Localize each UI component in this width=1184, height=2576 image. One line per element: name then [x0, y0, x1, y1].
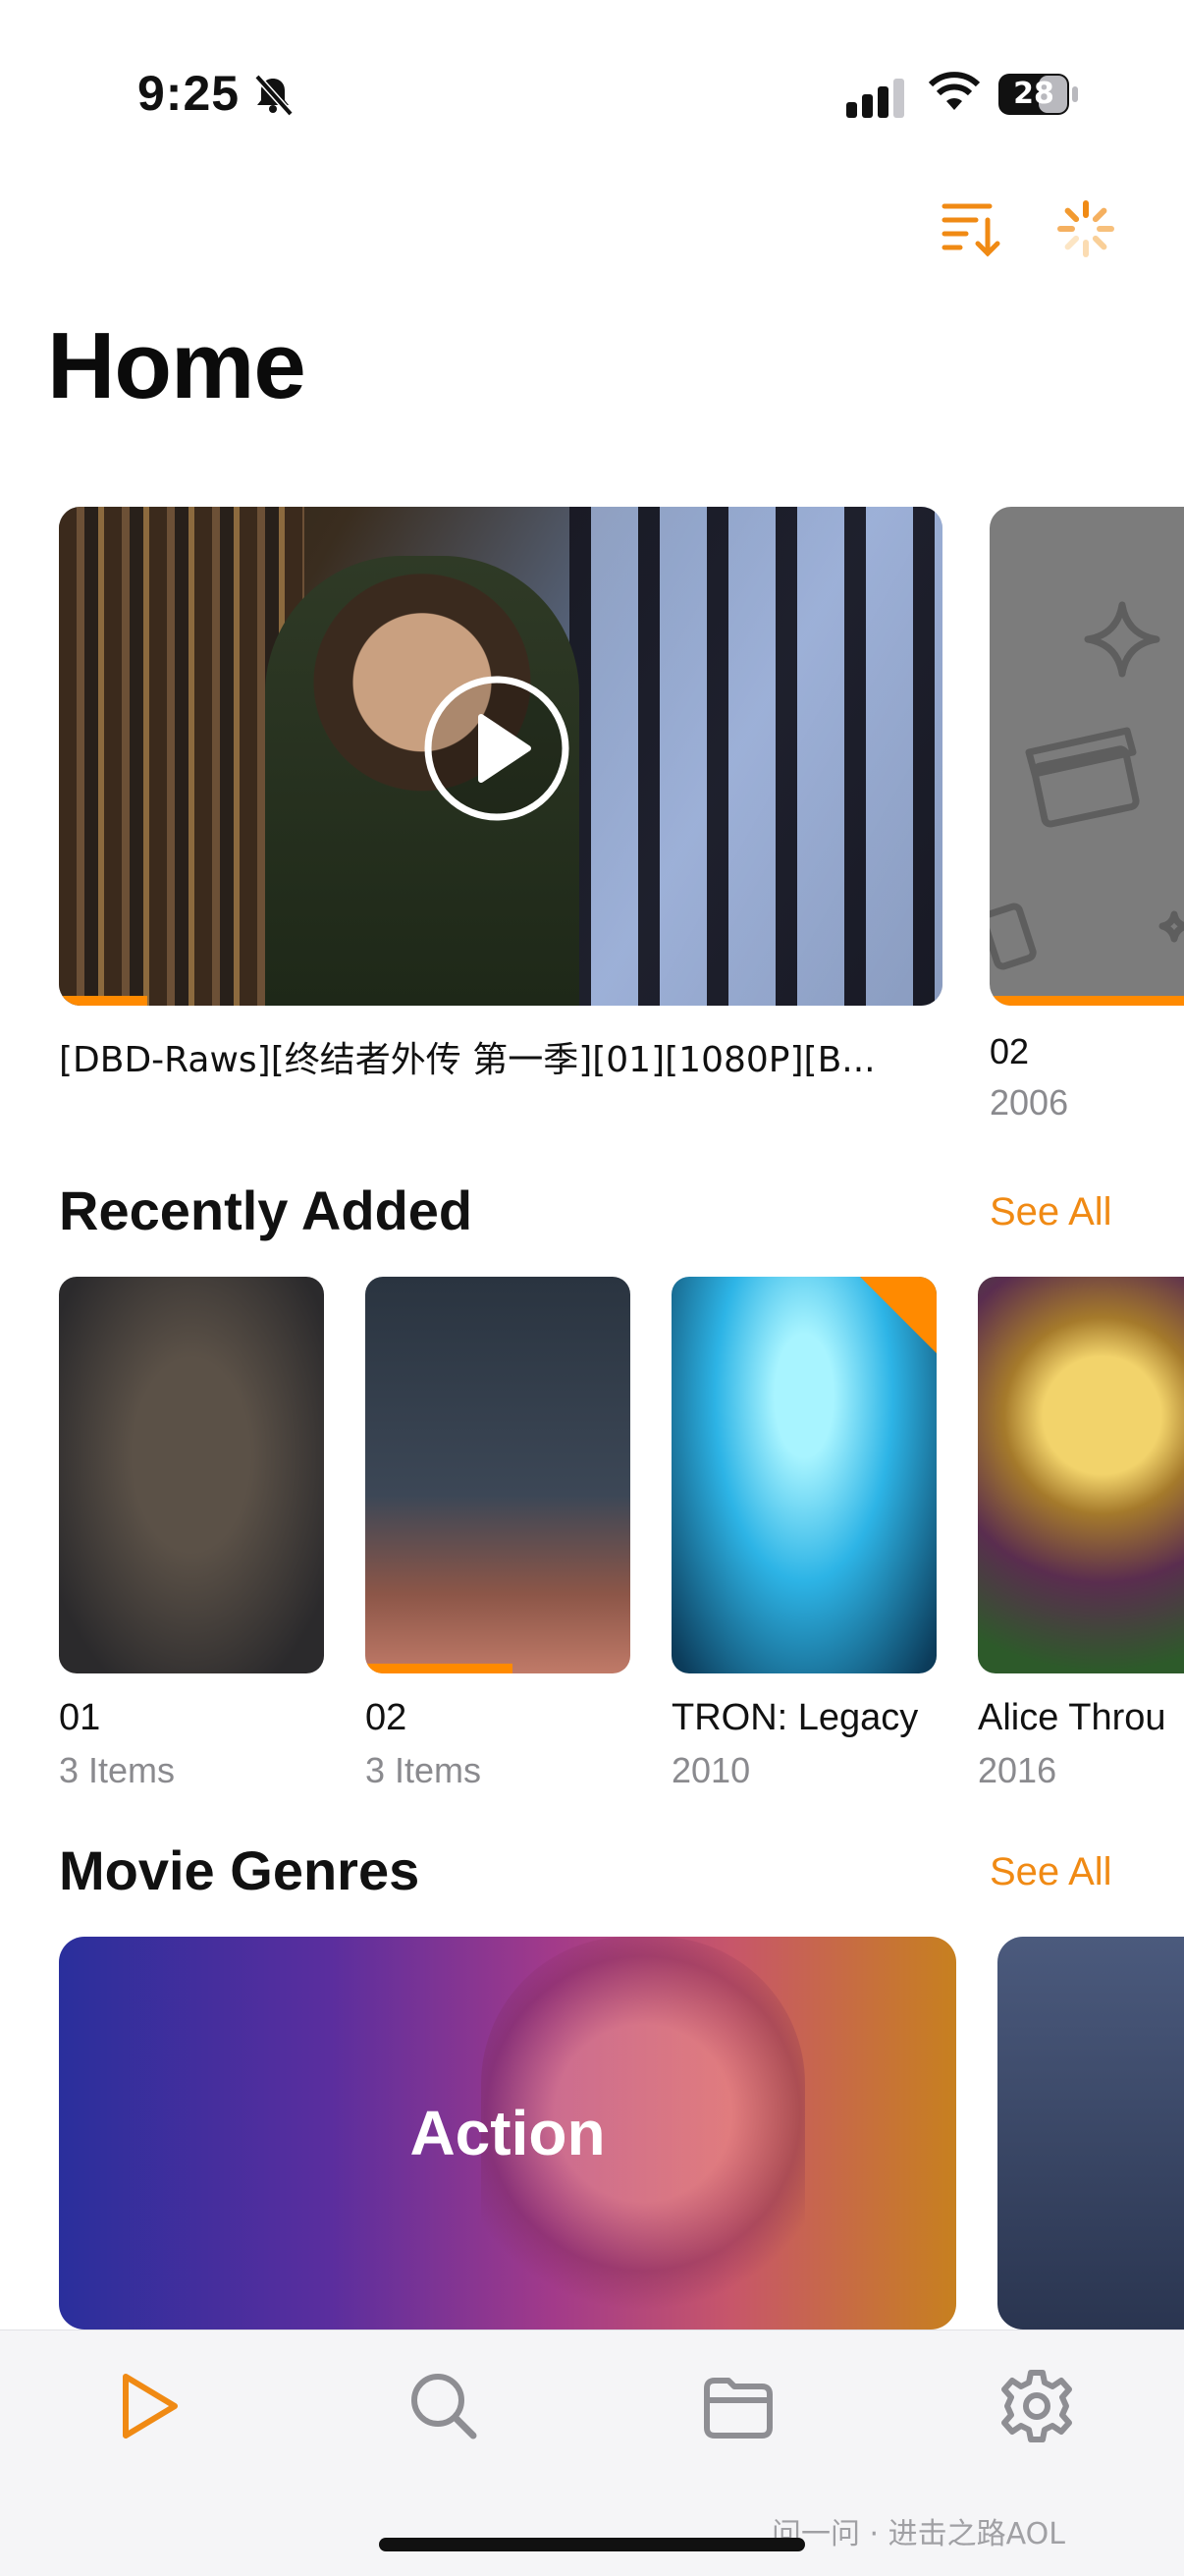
cellular-signal-icon: [846, 79, 904, 118]
play-icon[interactable]: [422, 674, 571, 823]
page-title: Home: [47, 313, 306, 418]
loading-spinner-icon: [1057, 200, 1114, 257]
folder-icon[interactable]: [699, 2367, 778, 2445]
continue-watching-title: 02: [990, 1031, 1030, 1071]
poster-card[interactable]: [59, 1277, 324, 1673]
poster-card[interactable]: [365, 1277, 630, 1673]
section-title-movie-genres: Movie Genres: [59, 1839, 420, 1901]
wifi-icon: [928, 72, 981, 110]
poster-title: Alice Throu: [978, 1697, 1166, 1738]
continue-watching-title: [DBD-Raws][终结者外传 第一季][01][1080P][B...: [59, 1040, 876, 1080]
placeholder-artwork-icon: [990, 601, 1184, 970]
genre-label: Action: [409, 2098, 606, 2168]
unwatched-badge: [860, 1277, 937, 1353]
battery-level: 28: [1013, 77, 1054, 111]
genre-card-action[interactable]: Action: [59, 1937, 956, 2329]
section-title-recently-added: Recently Added: [59, 1179, 473, 1241]
poster-subtitle: 2016: [978, 1750, 1057, 1790]
poster-title: TRON: Legacy: [672, 1697, 919, 1738]
continue-watching-year: 2006: [990, 1082, 1069, 1123]
status-time: 9:25: [137, 66, 241, 121]
gear-icon[interactable]: [997, 2367, 1076, 2445]
see-all-genres-link[interactable]: See All: [990, 1850, 1112, 1894]
poster-subtitle: 2010: [672, 1750, 751, 1790]
continue-watching-card[interactable]: [990, 507, 1184, 1006]
hero-artwork-window: [569, 507, 942, 1006]
search-icon[interactable]: [404, 2367, 483, 2445]
play-icon[interactable]: [110, 2367, 188, 2445]
poster-card[interactable]: [978, 1277, 1184, 1673]
sort-icon[interactable]: [941, 196, 1003, 259]
watermark: 问一问 · 进击之路AOL: [772, 2517, 1065, 2551]
watch-progress-bar: [990, 996, 1184, 1006]
poster-title: 02: [365, 1697, 407, 1738]
continue-watching-card[interactable]: [59, 507, 942, 1006]
bell-slash-icon: [254, 74, 294, 116]
poster-subtitle: 3 Items: [365, 1750, 482, 1790]
watch-progress-bar: [365, 1664, 512, 1673]
poster-card[interactable]: [672, 1277, 937, 1673]
watch-progress-bar: [59, 996, 147, 1006]
see-all-recently-added-link[interactable]: See All: [990, 1190, 1112, 1234]
battery-indicator: 28: [997, 73, 1080, 116]
poster-subtitle: 3 Items: [59, 1750, 176, 1790]
genre-card[interactable]: [997, 1937, 1184, 2329]
poster-title: 01: [59, 1697, 101, 1738]
home-indicator: [379, 2538, 805, 2551]
